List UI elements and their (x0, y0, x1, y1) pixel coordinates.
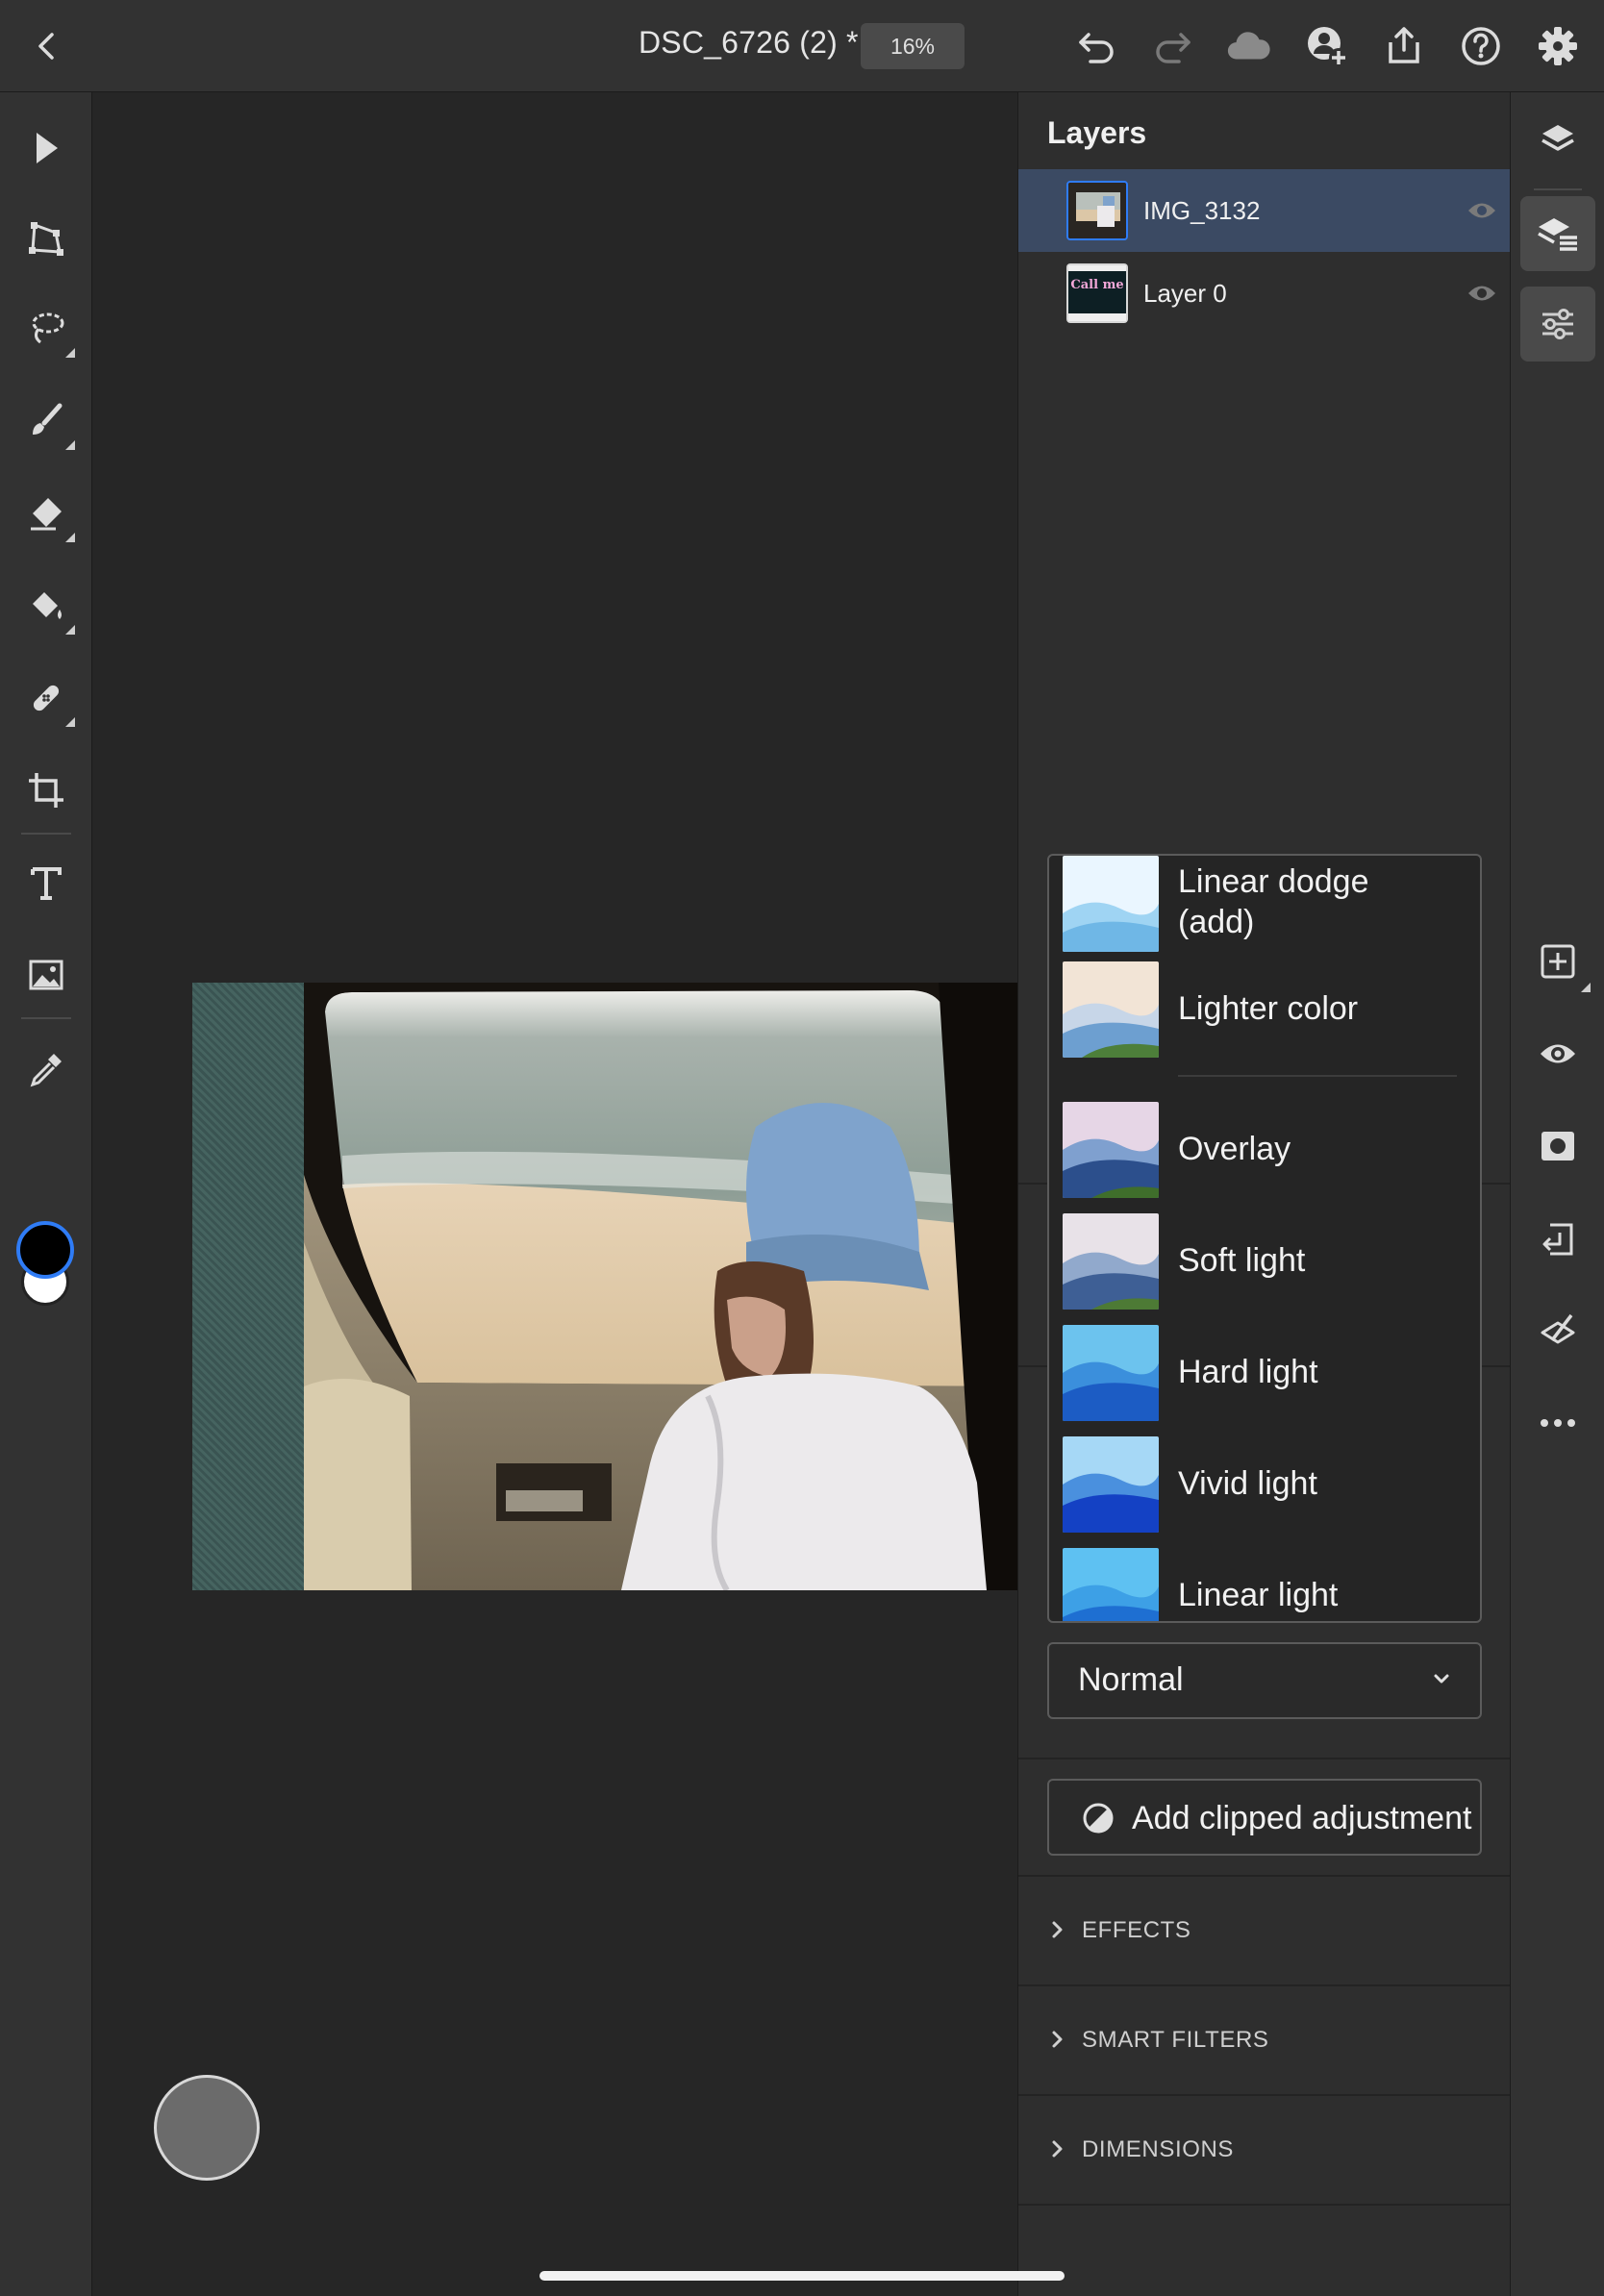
mask-icon[interactable] (1535, 1123, 1581, 1169)
layer-thumb-text: Call me (1070, 278, 1123, 292)
adjustment-icon (1082, 1802, 1115, 1834)
clip-button-label: Add clipped adjustment (1132, 1800, 1472, 1836)
foreground-color-swatch[interactable] (16, 1221, 74, 1279)
import-icon[interactable] (1535, 1215, 1581, 1261)
layer-row-img-3132[interactable]: IMG_3132 (1018, 169, 1511, 252)
chevron-right-icon (1047, 2029, 1068, 2050)
right-task-bar (1510, 92, 1604, 2296)
crop-icon[interactable] (23, 767, 69, 813)
more-icon[interactable] (1535, 1400, 1581, 1446)
blend-thumbnail (1063, 1102, 1159, 1198)
add-clipped-adjustment-button[interactable]: Add clipped adjustment (1047, 1779, 1482, 1856)
section-smart-filters[interactable]: SMART FILTERS (1018, 1986, 1511, 2094)
section-effects[interactable]: EFFECTS (1018, 1877, 1511, 1984)
blend-label: Lighter color (1178, 990, 1359, 1027)
eyedropper-icon[interactable] (23, 1046, 69, 1092)
blend-option-soft-light[interactable]: Soft light (1049, 1208, 1480, 1319)
blend-mode-list[interactable]: Linear dodge (add) Lighter color Overlay… (1047, 854, 1482, 1623)
blend-label: Hard light (1178, 1354, 1318, 1390)
blend-thumbnail (1063, 1436, 1159, 1533)
redo-icon[interactable] (1150, 23, 1196, 69)
layer-name: IMG_3132 (1143, 195, 1261, 225)
layer-thumbnail: Call me (1066, 263, 1128, 323)
help-icon[interactable] (1458, 23, 1504, 69)
document-title[interactable]: DSC_6726 (2) * (639, 25, 859, 61)
blend-thumbnail (1063, 1325, 1159, 1421)
blend-option-overlay[interactable]: Overlay (1049, 1096, 1480, 1208)
healing-icon[interactable] (23, 675, 75, 727)
lasso-icon[interactable] (23, 306, 75, 358)
section-label: DIMENSIONS (1082, 2136, 1235, 2162)
touch-shortcut-button[interactable] (154, 2075, 260, 2181)
fill-icon[interactable] (23, 583, 75, 635)
chevron-right-icon (1047, 1919, 1068, 1940)
back-icon[interactable] (27, 27, 65, 65)
blend-option-hard-light[interactable]: Hard light (1049, 1319, 1480, 1431)
layers-panel: Layers IMG_3132 Call me Layer 0 Linear d… (1017, 92, 1511, 2296)
section-label: SMART FILTERS (1082, 2027, 1269, 2053)
blend-thumbnail (1063, 1213, 1159, 1310)
blend-label: Soft light (1178, 1242, 1306, 1279)
visibility-icon[interactable] (1535, 1031, 1581, 1077)
blend-label: Linear dodge (add) (1178, 863, 1369, 940)
panel-title: Layers (1047, 115, 1147, 150)
visibility-icon[interactable] (1466, 278, 1497, 309)
undo-icon[interactable] (1073, 23, 1119, 69)
blend-mode-value: Normal (1078, 1661, 1184, 1698)
layer-row-layer-0[interactable]: Call me Layer 0 (1018, 252, 1511, 335)
zoom-level[interactable]: 16% (861, 23, 965, 69)
layers-icon[interactable] (1535, 117, 1581, 163)
settings-icon[interactable] (1535, 23, 1581, 69)
blend-option-linear-dodge[interactable]: Linear dodge (add) (1049, 856, 1480, 961)
place-image-icon[interactable] (23, 952, 69, 998)
add-layer-icon[interactable] (1535, 938, 1591, 992)
blend-label: Overlay (1178, 1131, 1291, 1167)
top-bar: DSC_6726 (2) * 16% (0, 0, 1604, 92)
blend-mode-dropdown[interactable]: Normal (1047, 1642, 1482, 1719)
blend-label: Linear light (1178, 1577, 1339, 1613)
share-icon[interactable] (1381, 23, 1427, 69)
chevron-down-icon (1428, 1665, 1455, 1692)
blend-thumbnail (1063, 856, 1159, 952)
blend-thumbnail (1063, 961, 1159, 1058)
type-icon[interactable] (23, 860, 69, 906)
clear-icon[interactable] (1535, 1308, 1581, 1354)
invite-icon[interactable] (1304, 23, 1350, 69)
section-label: EFFECTS (1082, 1917, 1191, 1943)
blend-option-vivid-light[interactable]: Vivid light (1049, 1431, 1480, 1542)
chevron-right-icon (1047, 2138, 1068, 2159)
blend-option-lighter-color[interactable]: Lighter color (1049, 956, 1480, 1067)
document-canvas[interactable] (192, 983, 1100, 1590)
layer-name: Layer 0 (1143, 278, 1227, 308)
layer-properties-icon[interactable] (1520, 196, 1595, 271)
adjustments-icon[interactable] (1520, 287, 1595, 362)
blend-label: Vivid light (1178, 1465, 1317, 1502)
blend-thumbnail (1063, 1548, 1159, 1621)
layer-image-img-3132[interactable] (304, 983, 1035, 1590)
transform-icon[interactable] (23, 215, 69, 262)
eraser-icon[interactable] (23, 490, 75, 542)
tool-bar (0, 92, 92, 2296)
select-icon[interactable] (23, 125, 69, 171)
home-indicator[interactable] (539, 2271, 1065, 2281)
brush-icon[interactable] (23, 398, 75, 450)
layer-thumbnail (1066, 181, 1128, 240)
canvas-area[interactable] (92, 92, 1100, 2296)
canvas-texture-left (192, 983, 304, 1590)
section-dimensions[interactable]: DIMENSIONS (1018, 2096, 1511, 2204)
visibility-icon[interactable] (1466, 195, 1497, 226)
cloud-icon[interactable] (1225, 23, 1271, 69)
blend-option-linear-light[interactable]: Linear light (1049, 1542, 1480, 1621)
